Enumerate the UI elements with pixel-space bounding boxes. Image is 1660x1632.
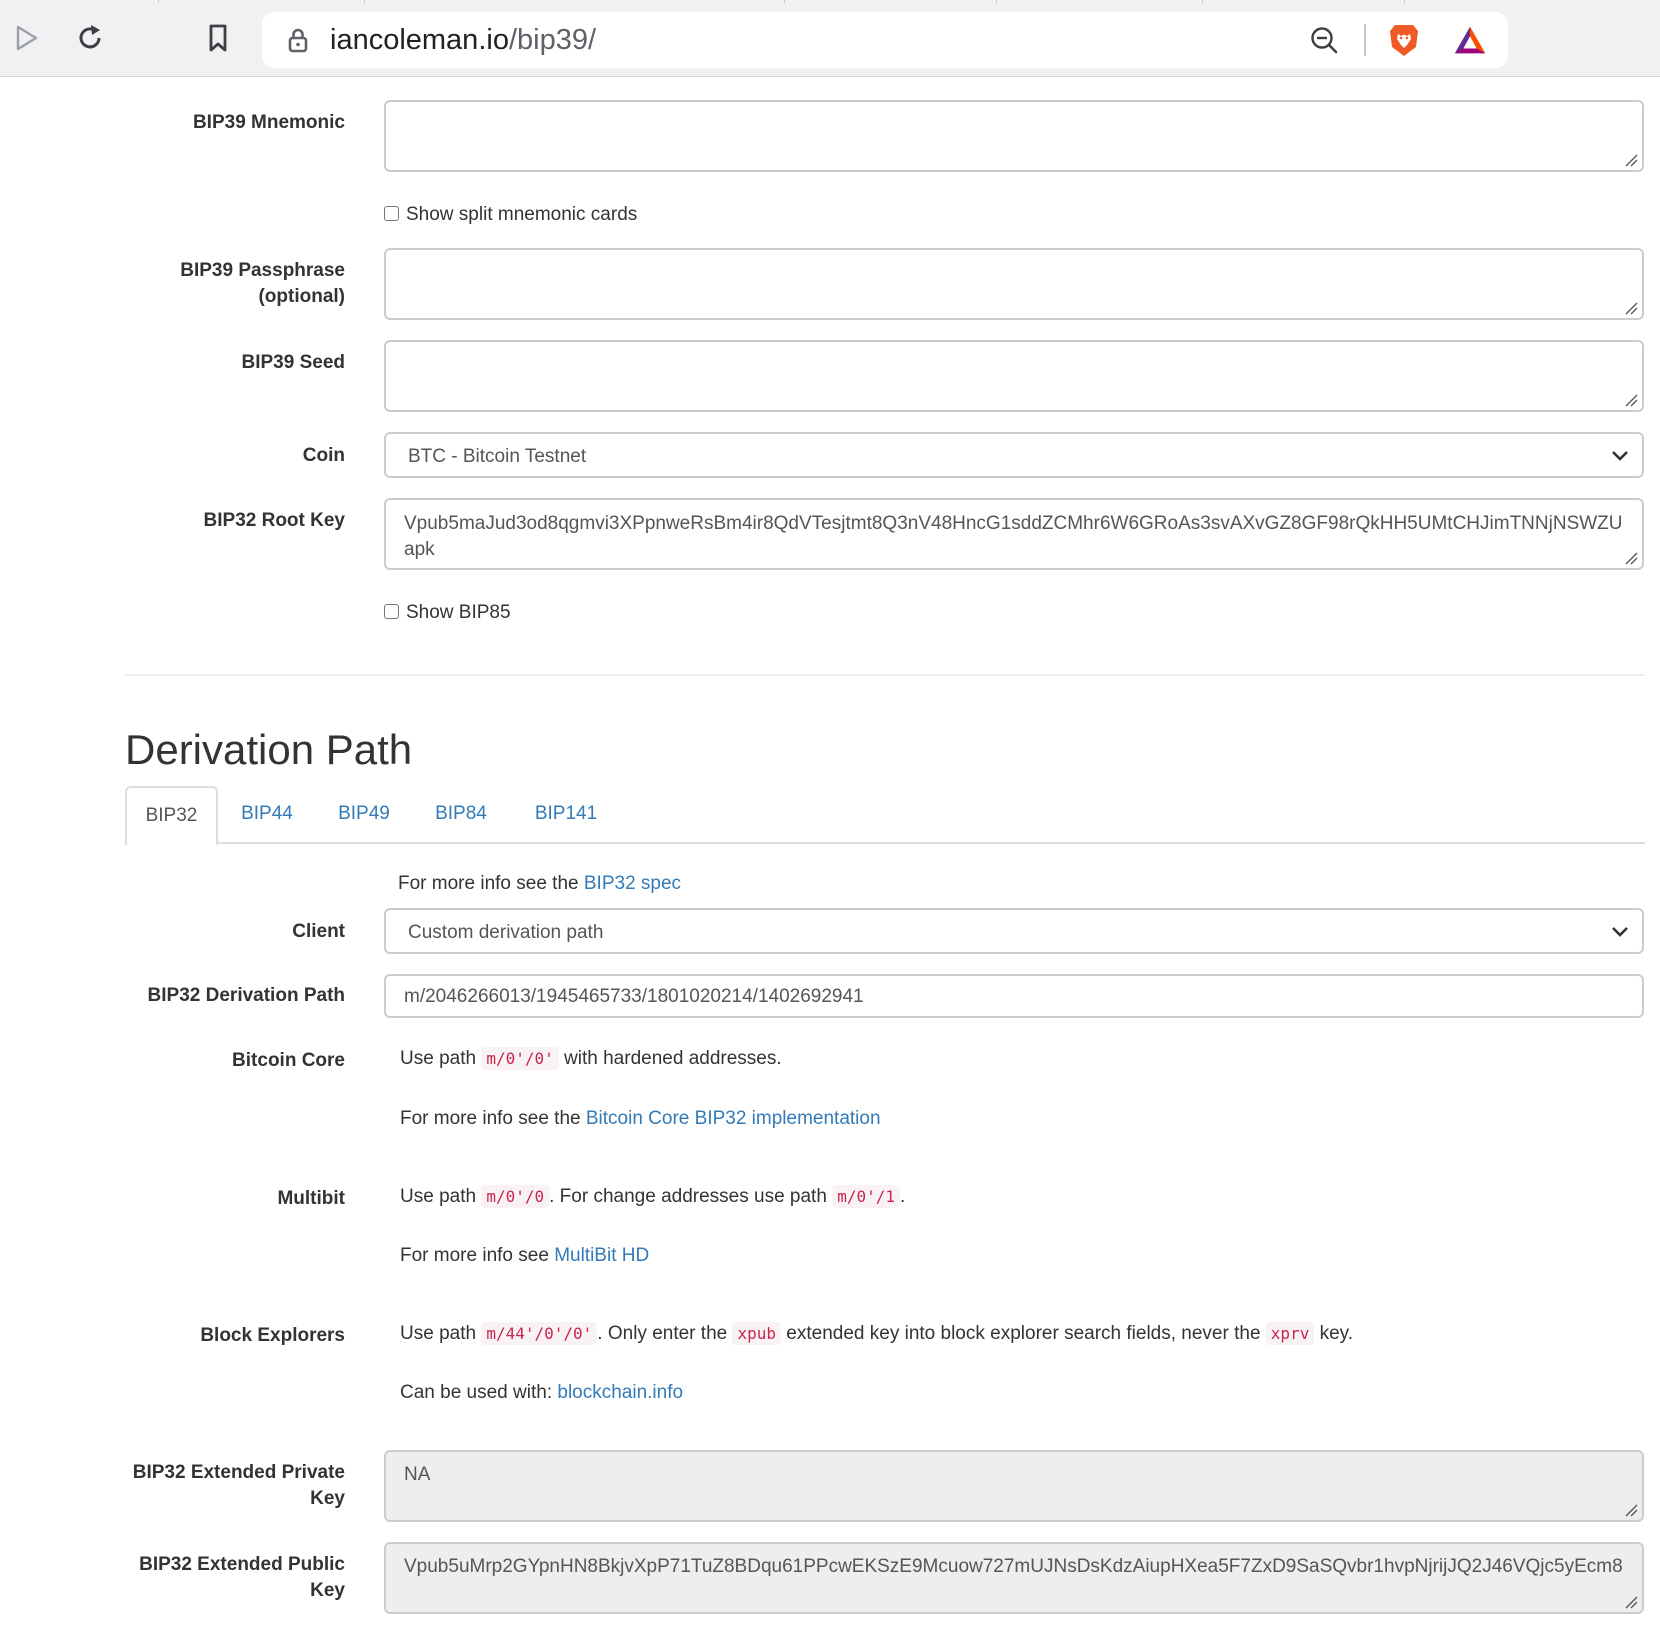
derivation-path-input[interactable]: m/2046266013/1945465733/1801020214/14026… [384,974,1644,1018]
coin-select[interactable]: BTC - Bitcoin Testnet [384,432,1644,478]
multibit-path-code: m/0'/0 [481,1185,550,1208]
bookmark-icon[interactable] [196,16,240,60]
resize-grip-icon[interactable] [1624,1503,1638,1517]
browser-toolbar: iancoleman.io/bip39/ [0,0,1660,77]
multibit-path-text: Use path m/0'/0. For change addresses us… [400,1185,906,1208]
multibit-label: Multibit [277,1188,345,1209]
omnibox-divider [1364,24,1366,56]
root-key-textarea[interactable]: Vpub5maJud3od8qgmvi3XPpnweRsBm4ir8QdVTes… [384,498,1644,570]
seed-label: BIP39 Seed [241,352,346,373]
address-bar[interactable]: iancoleman.io/bip39/ [262,12,1508,68]
client-select-value: Custom derivation path [408,922,604,943]
xprv-code: xprv [1265,1322,1315,1345]
seed-textarea[interactable] [384,340,1644,412]
client-select[interactable]: Custom derivation path [384,908,1644,954]
section-divider [125,674,1645,676]
client-label: Client [292,921,345,942]
split-cards-option[interactable]: Show split mnemonic cards [384,204,637,226]
show-bip85-label: Show BIP85 [406,602,511,623]
bitcoin-core-link[interactable]: Bitcoin Core BIP32 implementation [586,1108,881,1129]
show-bip85-option[interactable]: Show BIP85 [384,602,511,624]
coin-label: Coin [302,445,345,466]
bitcoin-core-label: Bitcoin Core [232,1050,345,1071]
block-explorers-path-code: m/44'/0'/0' [481,1322,598,1345]
tab-bip49[interactable]: BIP49 [319,786,409,844]
tab-bip84[interactable]: BIP84 [416,786,506,844]
resize-grip-icon[interactable] [1624,301,1638,315]
split-cards-label: Show split mnemonic cards [406,204,638,225]
multibit-change-code: m/0'/1 [832,1185,900,1208]
split-cards-checkbox[interactable] [384,205,399,221]
mnemonic-textarea[interactable] [384,100,1644,172]
brave-rewards-icon[interactable] [1452,22,1488,58]
url-text[interactable]: iancoleman.io/bip39/ [330,23,596,57]
passphrase-textarea[interactable] [384,248,1644,320]
coin-select-value: BTC - Bitcoin Testnet [408,446,587,467]
block-explorers-path-text: Use path m/44'/0'/0'. Only enter the xpu… [400,1322,1354,1345]
resize-grip-icon[interactable] [1624,393,1638,407]
xpub-code: xpub [732,1322,782,1345]
tab-strip-edge [0,0,1660,3]
passphrase-label: BIP39 Passphrase (optional) [180,260,345,307]
multibit-hd-link[interactable]: MultiBit HD [554,1245,649,1266]
resize-grip-icon[interactable] [1624,551,1638,565]
derivation-path-label: BIP32 Derivation Path [147,985,345,1006]
spec-info: For more info see the BIP32 spec [398,873,682,894]
bip32-spec-link[interactable]: BIP32 spec [584,873,681,894]
bitcoin-core-path-text: Use path m/0'/0' with hardened addresses… [400,1047,782,1070]
ext-public-key-label: BIP32 Extended Public Key [139,1554,345,1601]
brave-shields-icon[interactable] [1386,22,1422,58]
ext-private-key-textarea[interactable]: NA [384,1450,1644,1522]
resize-grip-icon[interactable] [1624,1595,1638,1609]
tab-bip32[interactable]: BIP32 [125,786,218,846]
chevron-down-icon [1612,927,1628,937]
play-icon[interactable] [4,16,48,60]
chevron-down-icon [1612,451,1628,461]
ext-public-key-textarea[interactable]: Vpub5uMrp2GYpnHN8BkjvXpP71TuZ8BDqu61PPcw… [384,1542,1644,1614]
mnemonic-label: BIP39 Mnemonic [192,112,345,133]
show-bip85-checkbox[interactable] [384,603,399,619]
zoom-out-icon[interactable] [1306,22,1342,58]
multibit-info: For more info see MultiBit HD [400,1245,650,1266]
tab-bip141[interactable]: BIP141 [513,786,619,844]
lock-icon[interactable] [280,22,316,58]
block-explorers-label: Block Explorers [200,1325,345,1346]
resize-grip-icon[interactable] [1624,153,1638,167]
reload-icon[interactable] [68,16,112,60]
ext-private-key-label: BIP32 Extended Private Key [132,1462,345,1509]
derivation-heading: Derivation Path [125,726,413,773]
blockchain-info-link[interactable]: blockchain.info [557,1382,683,1403]
root-key-label: BIP32 Root Key [203,510,345,531]
derivation-tabs: BIP32 BIP44 BIP49 BIP84 BIP141 [125,786,1645,846]
tab-bip44[interactable]: BIP44 [222,786,312,844]
block-explorers-info: Can be used with: blockchain.info [400,1382,684,1403]
bitcoin-core-info: For more info see the Bitcoin Core BIP32… [400,1108,881,1129]
bitcoin-core-path-code: m/0'/0' [481,1047,559,1070]
